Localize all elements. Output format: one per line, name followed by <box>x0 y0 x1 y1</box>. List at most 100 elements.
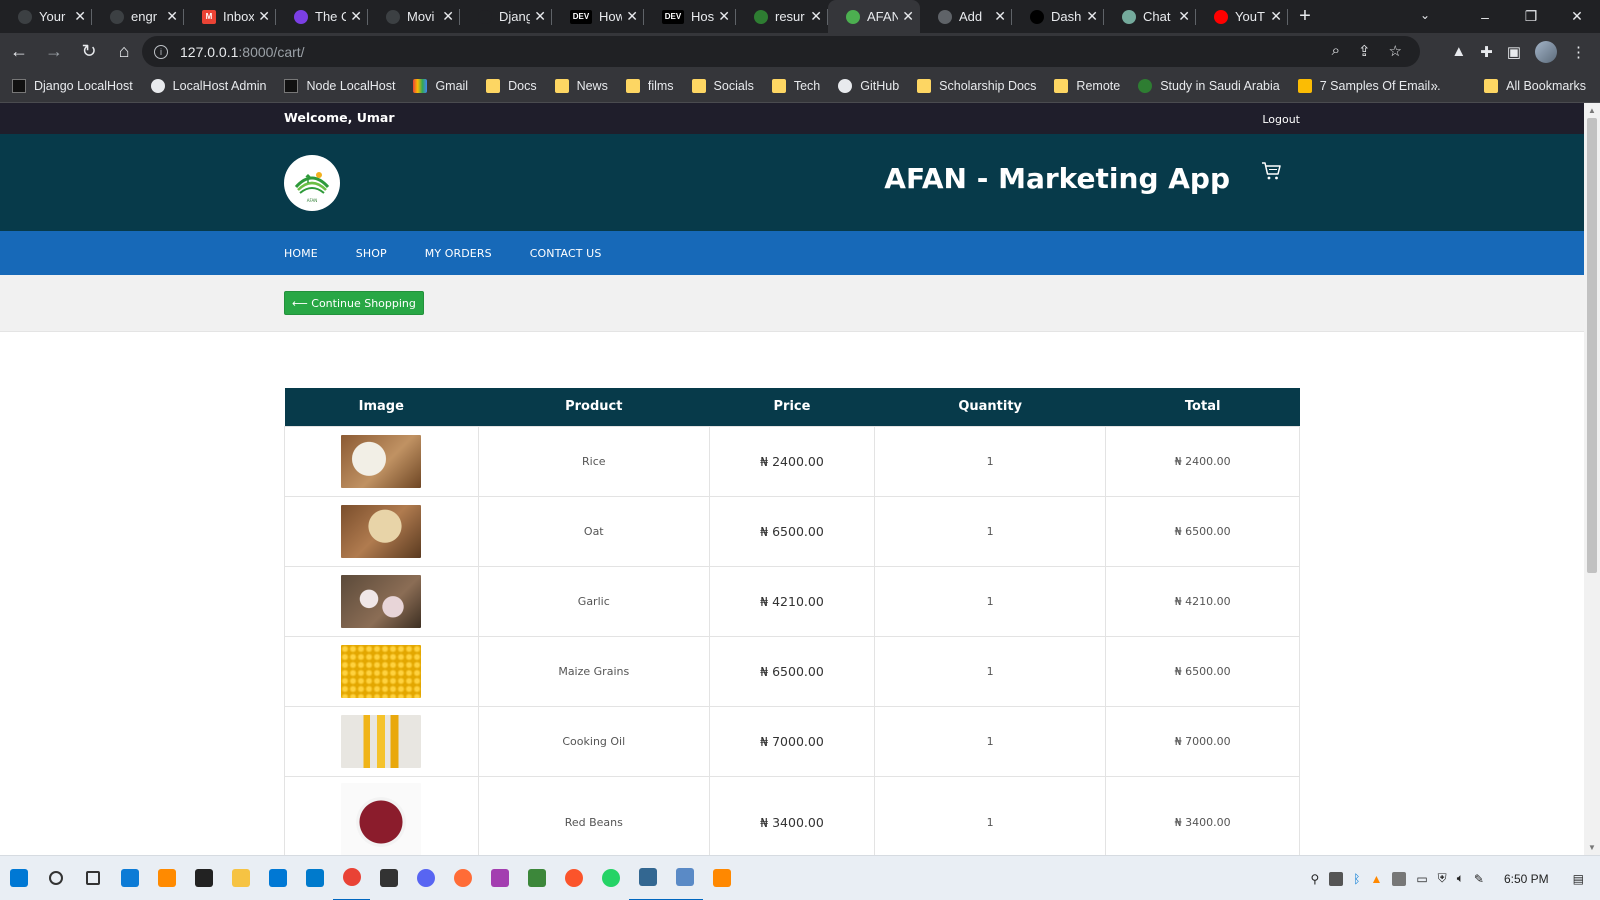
whatsapp-icon[interactable] <box>592 856 629 900</box>
browser-tab[interactable]: Chat ✕ <box>1104 0 1196 33</box>
profile-avatar[interactable] <box>1535 40 1557 63</box>
vercel-extension-icon[interactable]: ▲ <box>1451 43 1466 60</box>
bookmark-item[interactable]: Scholarship Docs <box>917 79 1036 93</box>
nav-my-orders[interactable]: MY ORDERS <box>425 247 492 260</box>
windows-start-icon[interactable] <box>0 856 37 900</box>
zoom-icon[interactable]: ⌕ <box>1332 42 1340 60</box>
node-icon[interactable] <box>518 856 555 900</box>
tab-close-icon[interactable]: ✕ <box>902 8 914 25</box>
restore-icon[interactable]: ❐ <box>1508 8 1554 25</box>
forward-icon[interactable]: → <box>38 36 70 68</box>
bookmark-item[interactable]: Docs <box>486 79 537 93</box>
browser-tab[interactable]: DEV How ✕ <box>552 0 644 33</box>
store-icon[interactable] <box>185 856 222 900</box>
discord-icon[interactable] <box>407 856 444 900</box>
bookmark-item[interactable]: 7 Samples Of Email... <box>1297 79 1441 93</box>
afan-logo[interactable]: AFAN <box>284 155 340 211</box>
battery-icon[interactable] <box>1329 871 1344 886</box>
file-explorer-icon[interactable] <box>222 856 259 900</box>
tab-close-icon[interactable]: ✕ <box>1270 8 1282 25</box>
vlc-tray-icon[interactable]: ▲ <box>1370 872 1382 886</box>
bookmark-item[interactable]: films <box>625 79 674 93</box>
bookmark-item[interactable]: LocalHost Admin <box>150 79 266 93</box>
scroll-up-arrow-icon[interactable]: ▲ <box>1588 106 1596 115</box>
browser-tab[interactable]: YouT ✕ <box>1196 0 1288 33</box>
browser-tab[interactable]: AFAN ✕ <box>828 0 920 33</box>
bookmark-item[interactable]: Socials <box>691 79 754 93</box>
tab-close-icon[interactable]: ✕ <box>810 8 822 25</box>
notifications-icon[interactable]: ▤ <box>1573 872 1584 886</box>
bookmark-item[interactable]: News <box>554 79 608 93</box>
cart-icon[interactable] <box>1260 160 1282 186</box>
bookmark-item[interactable]: Gmail <box>413 79 468 93</box>
nav-home[interactable]: HOME <box>284 247 318 260</box>
tab-close-icon[interactable]: ✕ <box>1178 8 1190 25</box>
bookmark-item[interactable]: Django LocalHost <box>12 79 133 93</box>
scrollbar-thumb[interactable] <box>1587 118 1597 573</box>
edge-icon[interactable] <box>111 856 148 900</box>
tab-close-icon[interactable]: ✕ <box>258 8 270 25</box>
home-icon[interactable]: ⌂ <box>108 36 140 68</box>
people-icon[interactable]: ⚲ <box>1310 872 1319 886</box>
page-scrollbar[interactable]: ▲ ▼ <box>1584 103 1600 855</box>
tray-app-icon[interactable] <box>1392 871 1407 886</box>
pen-icon[interactable]: ✎ <box>1474 872 1484 886</box>
bookmark-item[interactable]: Tech <box>771 79 820 93</box>
tab-close-icon[interactable]: ✕ <box>626 8 638 25</box>
share-icon[interactable]: ⇪ <box>1358 42 1371 60</box>
bookmark-item[interactable]: Study in Saudi Arabia <box>1138 79 1280 93</box>
vscode-icon[interactable] <box>296 856 333 900</box>
task-view-icon[interactable] <box>74 856 111 900</box>
extensions-puzzle-icon[interactable]: ✚ <box>1480 43 1493 61</box>
mongodb-compass-icon[interactable] <box>481 856 518 900</box>
browser-tab[interactable]: engr ✕ <box>92 0 184 33</box>
site-info-icon[interactable]: i <box>154 44 168 59</box>
postman-icon[interactable] <box>444 856 481 900</box>
browser-tab[interactable]: DEV Host✕ <box>644 0 736 33</box>
bookmark-star-icon[interactable]: ☆ <box>1389 42 1402 60</box>
browser-tab[interactable]: Add ✕ <box>920 0 1012 33</box>
logout-link[interactable]: Logout <box>1262 113 1300 126</box>
continue-shopping-button[interactable]: ⟵ Continue Shopping <box>284 291 424 315</box>
bluetooth-icon[interactable]: ᛒ <box>1353 872 1360 886</box>
back-icon[interactable]: ← <box>3 36 35 68</box>
postgres-icon[interactable] <box>629 856 666 900</box>
scroll-down-arrow-icon[interactable]: ▼ <box>1588 843 1596 852</box>
volume-icon[interactable]: 🔈︎ <box>1457 871 1464 886</box>
browser-tab[interactable]: Dash ✕ <box>1012 0 1104 33</box>
network-icon[interactable]: ▭ <box>1416 872 1427 886</box>
tab-close-icon[interactable]: ✕ <box>166 8 178 25</box>
tab-close-icon[interactable]: ✕ <box>350 8 362 25</box>
new-tab-button[interactable]: + <box>1288 0 1322 33</box>
tab-close-icon[interactable]: ✕ <box>442 8 454 25</box>
clock[interactable]: 6:50 PM <box>1504 872 1549 886</box>
reload-icon[interactable]: ↻ <box>73 36 105 68</box>
sublime-icon[interactable] <box>148 856 185 900</box>
browser-menu-icon[interactable]: ⋮ <box>1571 43 1586 61</box>
nav-contact-us[interactable]: CONTACT US <box>530 247 602 260</box>
search-icon[interactable] <box>37 856 74 900</box>
side-panel-icon[interactable]: ▣ <box>1507 43 1521 61</box>
browser-tab[interactable]: Djang ✕ <box>460 0 552 33</box>
security-icon[interactable]: ⛨ <box>1438 871 1447 886</box>
photos-icon[interactable] <box>666 856 703 900</box>
bookmark-item[interactable]: GitHub <box>838 79 899 93</box>
tab-close-icon[interactable]: ✕ <box>74 8 86 25</box>
tab-close-icon[interactable]: ✕ <box>534 8 546 25</box>
browser-tab[interactable]: Movi ✕ <box>368 0 460 33</box>
mail-icon[interactable] <box>259 856 296 900</box>
vlc-icon[interactable] <box>703 856 740 900</box>
all-bookmarks-button[interactable]: All Bookmarks <box>1484 79 1586 93</box>
bookmark-item[interactable]: Node LocalHost <box>284 79 395 93</box>
minimize-icon[interactable]: – <box>1462 9 1508 25</box>
chrome-icon[interactable] <box>333 856 370 900</box>
browser-tab[interactable]: resur ✕ <box>736 0 828 33</box>
tab-search-icon[interactable]: ⌄ <box>1420 8 1430 22</box>
bookmarks-overflow[interactable]: » <box>1431 78 1438 93</box>
sticky-notes-icon[interactable] <box>370 856 407 900</box>
browser-tab[interactable]: The C ✕ <box>276 0 368 33</box>
brave-icon[interactable] <box>555 856 592 900</box>
close-window-icon[interactable]: ✕ <box>1554 8 1600 25</box>
tab-close-icon[interactable]: ✕ <box>718 8 730 25</box>
browser-tab[interactable]: M Inbox ✕ <box>184 0 276 33</box>
